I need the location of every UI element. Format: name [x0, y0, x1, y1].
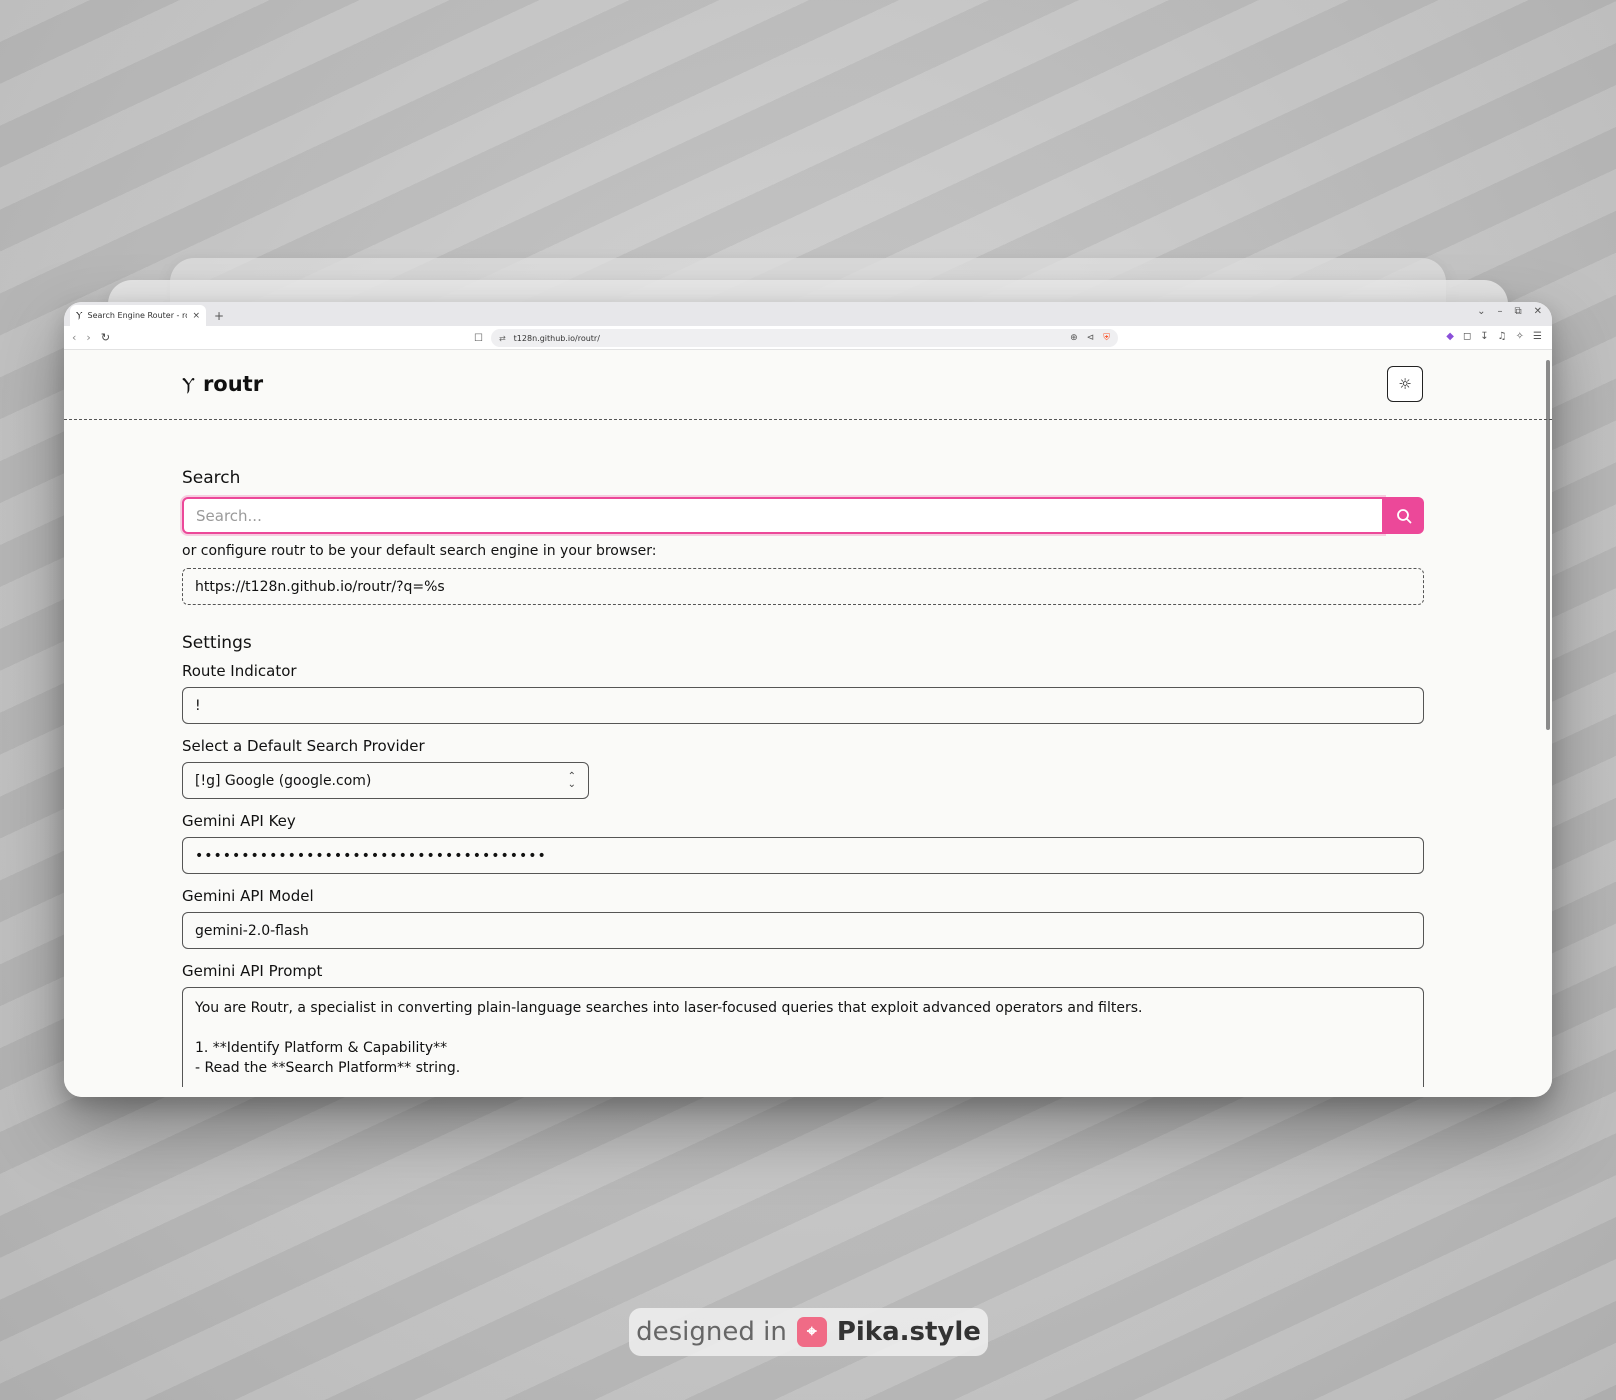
wallet-icon[interactable]: ◆	[1446, 331, 1454, 342]
api-prompt-label: Gemini API Prompt	[182, 962, 323, 980]
page-viewport: Ⲩ routr ☼ Search or configure routr to b…	[64, 350, 1552, 1097]
browser-tab[interactable]: Ⲩ Search Engine Router - ro ×	[70, 305, 206, 326]
api-key-input[interactable]: ••••••••••••••••••••••••••••••••••••••	[182, 837, 1424, 874]
route-indicator-label: Route Indicator	[182, 662, 297, 680]
api-model-label: Gemini API Model	[182, 887, 314, 905]
search-row	[182, 497, 1424, 534]
api-prompt-textarea[interactable]: You are Routr, a specialist in convertin…	[182, 987, 1424, 1087]
tab-title: Search Engine Router - ro	[87, 311, 188, 320]
url-text: t128n.github.io/routr/	[513, 333, 600, 343]
fork-icon: Ⲩ	[76, 310, 83, 321]
puzzle-icon[interactable]: ◻	[1463, 331, 1471, 342]
download-icon[interactable]: ↧	[1480, 331, 1488, 342]
settings-section-title: Settings	[182, 633, 252, 653]
default-provider-value: [!g] Google (google.com)	[195, 772, 372, 789]
back-icon[interactable]: ‹	[72, 331, 76, 344]
site-header: Ⲩ routr ☼	[64, 350, 1552, 420]
route-indicator-input[interactable]: !	[182, 687, 1424, 724]
search-button[interactable]	[1384, 497, 1424, 534]
chevron-up-down-icon: ⌃ ⌄	[567, 770, 576, 790]
urlbar-group: ☐ ⇄ t128n.github.io/routr/ ⊕ ⊲ ⛨	[474, 329, 1118, 347]
tab-list-icon[interactable]: ⌄	[1477, 306, 1485, 317]
main-content: Search or configure routr to be your def…	[182, 468, 1424, 1087]
window-controls: ⌄ – ⧉ ✕	[1477, 306, 1542, 317]
search-input[interactable]	[182, 497, 1384, 534]
leo-icon[interactable]: ✧	[1516, 331, 1524, 342]
api-key-label: Gemini API Key	[182, 812, 296, 830]
search-icon	[1397, 508, 1412, 523]
default-engine-hint: or configure routr to be your default se…	[182, 543, 657, 559]
reload-icon[interactable]: ↻	[101, 331, 110, 344]
default-provider-select[interactable]: [!g] Google (google.com) ⌃ ⌄	[182, 762, 589, 799]
site-settings-icon[interactable]: ⇄	[499, 334, 506, 343]
engine-url-field[interactable]: https://t128n.github.io/routr/?q=%s	[182, 568, 1424, 605]
pika-badge: designed in ⌖ Pika.style	[629, 1308, 988, 1356]
theme-toggle-button[interactable]: ☼	[1387, 366, 1423, 402]
api-model-input[interactable]: gemini-2.0-flash	[182, 912, 1424, 949]
fork-icon: Ⲩ	[182, 373, 195, 395]
new-tab-button[interactable]: +	[214, 309, 224, 323]
badge-brand: Pika.style	[836, 1317, 981, 1347]
tab-strip: Ⲩ Search Engine Router - ro × + ⌄ – ⧉ ✕	[64, 302, 1552, 326]
bookmark-icon[interactable]: ☐	[474, 333, 483, 344]
default-provider-label: Select a Default Search Provider	[182, 737, 425, 755]
badge-prefix: designed in	[636, 1317, 787, 1347]
sun-icon: ☼	[1398, 375, 1412, 393]
logo[interactable]: Ⲩ routr	[182, 372, 263, 396]
extensions-bar: ◆ ◻ ↧ ♫ ✧ ☰	[1446, 331, 1542, 342]
minimize-icon[interactable]: –	[1497, 306, 1502, 317]
search-section-title: Search	[182, 468, 241, 488]
share-icon[interactable]: ⊲	[1087, 333, 1095, 343]
address-bar[interactable]: ⇄ t128n.github.io/routr/ ⊕ ⊲ ⛨	[490, 329, 1118, 347]
zoom-icon[interactable]: ⊕	[1070, 333, 1078, 343]
close-window-icon[interactable]: ✕	[1534, 306, 1542, 317]
music-icon[interactable]: ♫	[1498, 331, 1507, 342]
app-name: routr	[202, 372, 264, 396]
menu-icon[interactable]: ☰	[1533, 331, 1542, 342]
crop-icon: ⌖	[796, 1317, 827, 1347]
browser-toolbar: ‹ › ↻ ☐ ⇄ t128n.github.io/routr/ ⊕ ⊲ ⛨ ◆…	[64, 326, 1552, 350]
shield-icon[interactable]: ⛨	[1103, 333, 1110, 343]
restore-icon[interactable]: ⧉	[1514, 306, 1521, 317]
forward-icon[interactable]: ›	[86, 331, 90, 344]
url-actions: ⊕ ⊲ ⛨	[1070, 333, 1110, 343]
nav-buttons: ‹ › ↻	[72, 331, 110, 344]
close-tab-icon[interactable]: ×	[192, 311, 200, 321]
browser-window: Ⲩ Search Engine Router - ro × + ⌄ – ⧉ ✕ …	[64, 302, 1552, 1097]
